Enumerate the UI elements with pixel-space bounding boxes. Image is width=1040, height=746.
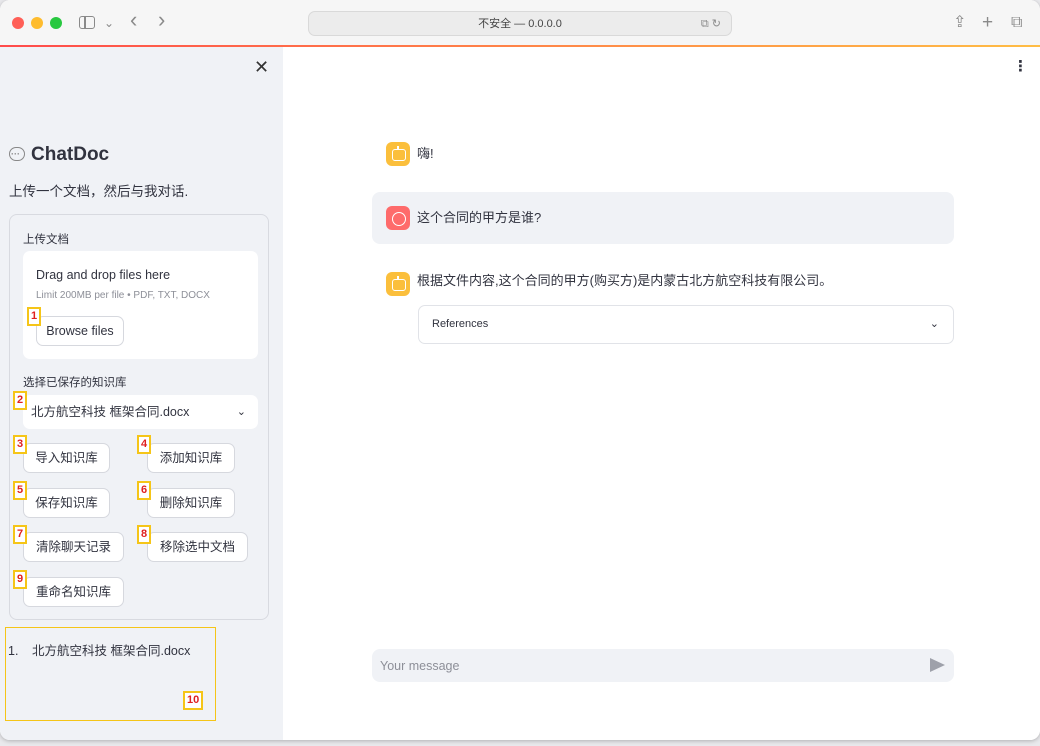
rename-kb-button[interactable]: 重命名知识库 — [23, 577, 124, 607]
kb-select-value: 北方航空科技 框架合同.docx — [31, 405, 190, 419]
bot-avatar-icon — [386, 142, 410, 166]
forward-icon[interactable]: › — [158, 8, 165, 32]
translate-reload-icon[interactable]: ⧉ ↻ — [701, 12, 721, 36]
chevron-down-icon: ⌄ — [929, 318, 939, 330]
sidebar: ✕ ChatDoc 上传一个文档，然后与我对话. 上传文档 Drag and d… — [0, 47, 283, 740]
references-label: References — [432, 318, 489, 330]
app-title: ChatDoc — [9, 142, 110, 167]
references-expander[interactable]: References ⌄ — [418, 305, 954, 344]
browser-window: ⌄ ‹ › 不安全 — 0.0.0.0 ⧉ ↻ ⇪ + ⧉ ✕ ChatDoc … — [0, 0, 1040, 740]
file-dropzone[interactable]: Drag and drop files here Limit 200MB per… — [23, 251, 258, 359]
dropzone-title: Drag and drop files here — [36, 268, 171, 282]
app-title-text: ChatDoc — [31, 144, 110, 165]
list-item: 1. 北方航空科技 框架合同.docx — [8, 640, 190, 659]
annotation-marker: 9 — [13, 570, 28, 589]
user-avatar-icon — [386, 206, 410, 230]
browser-toolbar: ⌄ ‹ › 不安全 — 0.0.0.0 ⧉ ↻ ⇪ + ⧉ — [0, 0, 1040, 46]
save-kb-button[interactable]: 保存知识库 — [23, 488, 110, 518]
share-icon[interactable]: ⇪ — [953, 11, 966, 35]
app-subtitle: 上传一个文档，然后与我对话. — [9, 184, 189, 199]
document-list: 1. 北方航空科技 框架合同.docx 10 — [5, 627, 216, 721]
zoom-window-button[interactable] — [50, 17, 62, 29]
list-item-name: 北方航空科技 框架合同.docx — [32, 644, 191, 658]
new-tab-icon[interactable]: + — [982, 11, 993, 35]
browse-files-button[interactable]: Browse files — [36, 316, 124, 346]
import-kb-button[interactable]: 导入知识库 — [23, 443, 110, 473]
chat-main: ⋮ 嗨! 这个合同的甲方是谁? 根据文件内容,这个合同的甲方(购买方)是内蒙古北… — [283, 47, 1040, 740]
chat-message-assistant: 根据文件内容,这个合同的甲方(购买方)是内蒙古北方航空科技有限公司。 — [372, 270, 954, 298]
remove-doc-button[interactable]: 移除选中文档 — [147, 532, 248, 562]
chat-input[interactable] — [372, 649, 912, 682]
close-sidebar-icon[interactable]: ✕ — [254, 57, 269, 77]
sidebar-toggle-icon[interactable] — [79, 16, 95, 29]
chat-message-user: 这个合同的甲方是谁? — [372, 192, 954, 244]
annotation-marker: 8 — [137, 525, 152, 544]
tab-overview-icon[interactable]: ⧉ — [1011, 11, 1022, 35]
add-kb-button[interactable]: 添加知识库 — [147, 443, 235, 473]
list-item-number: 1. — [8, 644, 19, 658]
message-text: 这个合同的甲方是谁? — [417, 210, 542, 225]
message-text: 根据文件内容,这个合同的甲方(购买方)是内蒙古北方航空科技有限公司。 — [417, 273, 833, 288]
send-icon[interactable] — [930, 658, 945, 672]
close-window-button[interactable] — [12, 17, 24, 29]
delete-kb-button[interactable]: 删除知识库 — [147, 488, 235, 518]
sidebar-form: 上传文档 Drag and drop files here Limit 200M… — [9, 214, 269, 620]
annotation-marker: 2 — [13, 391, 28, 410]
annotation-marker: 4 — [137, 435, 152, 454]
bot-avatar-icon — [386, 272, 410, 296]
message-text: 嗨! — [417, 146, 434, 161]
clear-chat-button[interactable]: 清除聊天记录 — [23, 532, 124, 562]
url-text: 不安全 — 0.0.0.0 — [478, 18, 562, 30]
kb-select-label: 选择已保存的知识库 — [23, 377, 127, 389]
annotation-marker: 6 — [137, 481, 152, 500]
annotation-marker: 10 — [183, 691, 204, 710]
upload-label: 上传文档 — [23, 234, 69, 246]
annotation-marker: 7 — [13, 525, 28, 544]
annotation-marker: 1 — [27, 307, 42, 326]
chevron-down-icon: ⌄ — [236, 406, 246, 418]
annotation-marker: 5 — [13, 481, 28, 500]
chat-input-bar — [372, 649, 954, 682]
chat-message-assistant: 嗨! — [372, 140, 954, 168]
annotation-marker: 3 — [13, 435, 28, 454]
minimize-window-button[interactable] — [31, 17, 43, 29]
chevron-down-icon[interactable]: ⌄ — [104, 11, 114, 35]
speech-bubble-icon — [9, 142, 25, 166]
dropzone-limit: Limit 200MB per file • PDF, TXT, DOCX — [36, 290, 210, 301]
kb-select[interactable]: 北方航空科技 框架合同.docx ⌄ — [23, 395, 258, 429]
back-icon[interactable]: ‹ — [130, 8, 137, 32]
more-options-icon[interactable]: ⋮ — [1013, 59, 1028, 75]
address-bar[interactable]: 不安全 — 0.0.0.0 ⧉ ↻ — [308, 11, 732, 36]
